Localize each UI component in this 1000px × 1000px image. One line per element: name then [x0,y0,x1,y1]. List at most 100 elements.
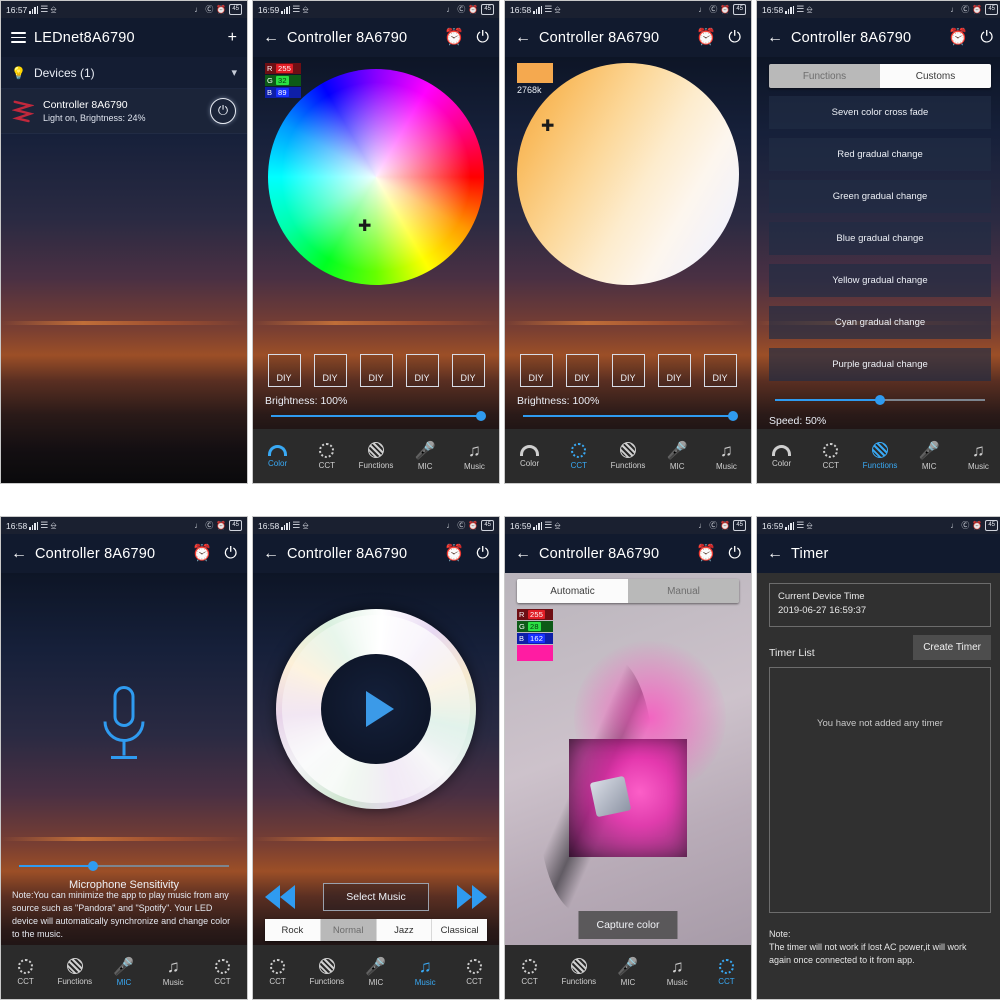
diy-preset-button[interactable]: DIY [519,354,553,387]
diy-preset-button[interactable]: DIY [611,354,645,387]
microphone-sensitivity-slider[interactable] [19,861,229,871]
nav-item-mic[interactable]: 🎤 MIC [603,945,652,999]
diy-preset-button[interactable]: DIY [313,354,347,387]
back-arrow-icon[interactable]: ← [515,29,531,46]
back-arrow-icon[interactable]: ← [515,545,531,562]
microphone-icon: 🎤 [365,956,387,976]
tab-manual[interactable]: Manual [628,579,739,603]
genre-classical[interactable]: Classical [432,919,487,941]
nav-item-music[interactable]: ♫ Music [450,429,499,483]
genre-normal[interactable]: Normal [320,919,377,941]
alarm-clock-icon[interactable]: ⏰ [444,545,464,562]
function-list-item[interactable]: Red gradual change [769,138,991,171]
devices-group-header[interactable]: 💡 Devices (1) ▾ [1,57,247,89]
cct-color-circle[interactable] [517,63,739,285]
nav-item-color[interactable]: Color [505,429,554,483]
nav-item-functions[interactable]: Functions [302,945,351,999]
nav-item-functions[interactable]: Functions [351,429,400,483]
alarm-clock-icon[interactable]: ⏰ [948,29,968,46]
genre-rock[interactable]: Rock [265,919,321,941]
tab-automatic[interactable]: Automatic [517,579,628,603]
alarm-clock-icon[interactable]: ⏰ [696,545,716,562]
nav-item-music[interactable]: ♫ Music [954,429,1000,483]
tab-functions[interactable]: Functions [769,64,880,88]
play-button[interactable] [321,654,431,764]
status-bar: 16:59 ☰ ⎒ ♩ Ⓒ ⏰ 45 [505,517,751,534]
brightness-slider[interactable] [271,411,486,421]
device-power-button[interactable]: ⏻ [210,98,236,124]
nav-item-cct-left[interactable]: CCT [505,945,554,999]
function-list-item[interactable]: Cyan gradual change [769,306,991,339]
nav-item-cct[interactable]: CCT [806,429,855,483]
speed-slider[interactable] [775,395,985,405]
select-music-button[interactable]: Select Music [323,883,429,911]
create-timer-button[interactable]: Create Timer [913,635,991,660]
nav-item-mic[interactable]: 🎤 MIC [351,945,400,999]
nav-item-mic[interactable]: 🎤 MIC [905,429,954,483]
color-wheel-cursor[interactable]: ✚ [358,219,371,235]
nav-item-music[interactable]: ♫ Music [653,945,702,999]
tab-customs[interactable]: Customs [880,64,991,88]
diy-preset-button[interactable]: DIY [405,354,439,387]
nav-item-color[interactable]: Color [253,429,302,483]
power-icon[interactable]: ⏻ [476,29,489,46]
back-arrow-icon[interactable]: ← [767,545,783,562]
function-list-item[interactable]: Purple gradual change [769,348,991,381]
status-time: 16:57 [6,4,28,15]
nav-item-functions[interactable]: Functions [554,945,603,999]
function-list-item[interactable]: Blue gradual change [769,222,991,255]
diy-preset-button[interactable]: DIY [267,354,301,387]
nav-item-mic[interactable]: 🎤 MIC [653,429,702,483]
nav-item-cct[interactable]: CCT [554,429,603,483]
nav-item-color[interactable]: Color [757,429,806,483]
phone-panel-cct: 16:58 ☰ ⎒ ♩ Ⓒ ⏰ 45 ← Controller 8A6790 ⏰… [504,0,752,484]
back-arrow-icon[interactable]: ← [263,29,279,46]
back-arrow-icon[interactable]: ← [263,545,279,562]
nav-item-mic[interactable]: 🎤 MIC [401,429,450,483]
power-icon[interactable]: ⏻ [728,545,741,562]
capture-color-button[interactable]: Capture color [578,911,678,939]
alarm-clock-icon[interactable]: ⏰ [192,545,212,562]
power-icon[interactable]: ⏻ [980,29,993,46]
nav-item-cct[interactable]: CCT [302,429,351,483]
device-list-item[interactable]: Controller 8A6790 Light on, Brightness: … [1,89,247,134]
diy-preset-button[interactable]: DIY [359,354,393,387]
power-icon[interactable]: ⏻ [728,29,741,46]
cct-cursor[interactable]: ✚ [541,119,554,135]
diy-preset-button[interactable]: DIY [703,354,737,387]
device-status: Light on, Brightness: 24% [43,112,146,123]
rewind-icon[interactable] [265,885,295,909]
chevron-down-icon[interactable]: ▾ [231,66,237,79]
music-disc[interactable] [276,609,476,809]
brightness-slider[interactable] [523,411,738,421]
color-wheel[interactable] [268,69,484,285]
nav-item-cct-right[interactable]: CCT [702,945,751,999]
alarm-clock-icon[interactable]: ⏰ [444,29,464,46]
power-icon[interactable]: ⏻ [224,545,237,562]
diy-preset-button[interactable]: DIY [565,354,599,387]
nav-item-functions[interactable]: Functions [603,429,652,483]
nav-item-music[interactable]: ♫ Music [702,429,751,483]
add-device-button[interactable]: + [228,29,237,46]
nav-item-cct-left[interactable]: CCT [253,945,302,999]
power-icon[interactable]: ⏻ [476,545,489,562]
hamburger-icon[interactable] [11,31,26,44]
nav-item-cct-right[interactable]: CCT [450,945,499,999]
nav-item-music[interactable]: ♫ Music [401,945,450,999]
diy-preset-button[interactable]: DIY [451,354,485,387]
nav-item-functions[interactable]: Functions [50,945,99,999]
function-list-item[interactable]: Green gradual change [769,180,991,213]
fast-forward-icon[interactable] [457,885,487,909]
back-arrow-icon[interactable]: ← [767,29,783,46]
function-list-item[interactable]: Seven color cross fade [769,96,991,129]
back-arrow-icon[interactable]: ← [11,545,27,562]
nav-item-cct-left[interactable]: CCT [1,945,50,999]
nav-item-music[interactable]: ♫ Music [149,945,198,999]
function-list-item[interactable]: Yellow gradual change [769,264,991,297]
alarm-clock-icon[interactable]: ⏰ [696,29,716,46]
nav-item-functions[interactable]: Functions [855,429,904,483]
nav-item-mic[interactable]: 🎤 MIC [99,945,148,999]
nav-item-cct-right[interactable]: CCT [198,945,247,999]
genre-jazz[interactable]: Jazz [376,919,433,941]
diy-preset-button[interactable]: DIY [657,354,691,387]
